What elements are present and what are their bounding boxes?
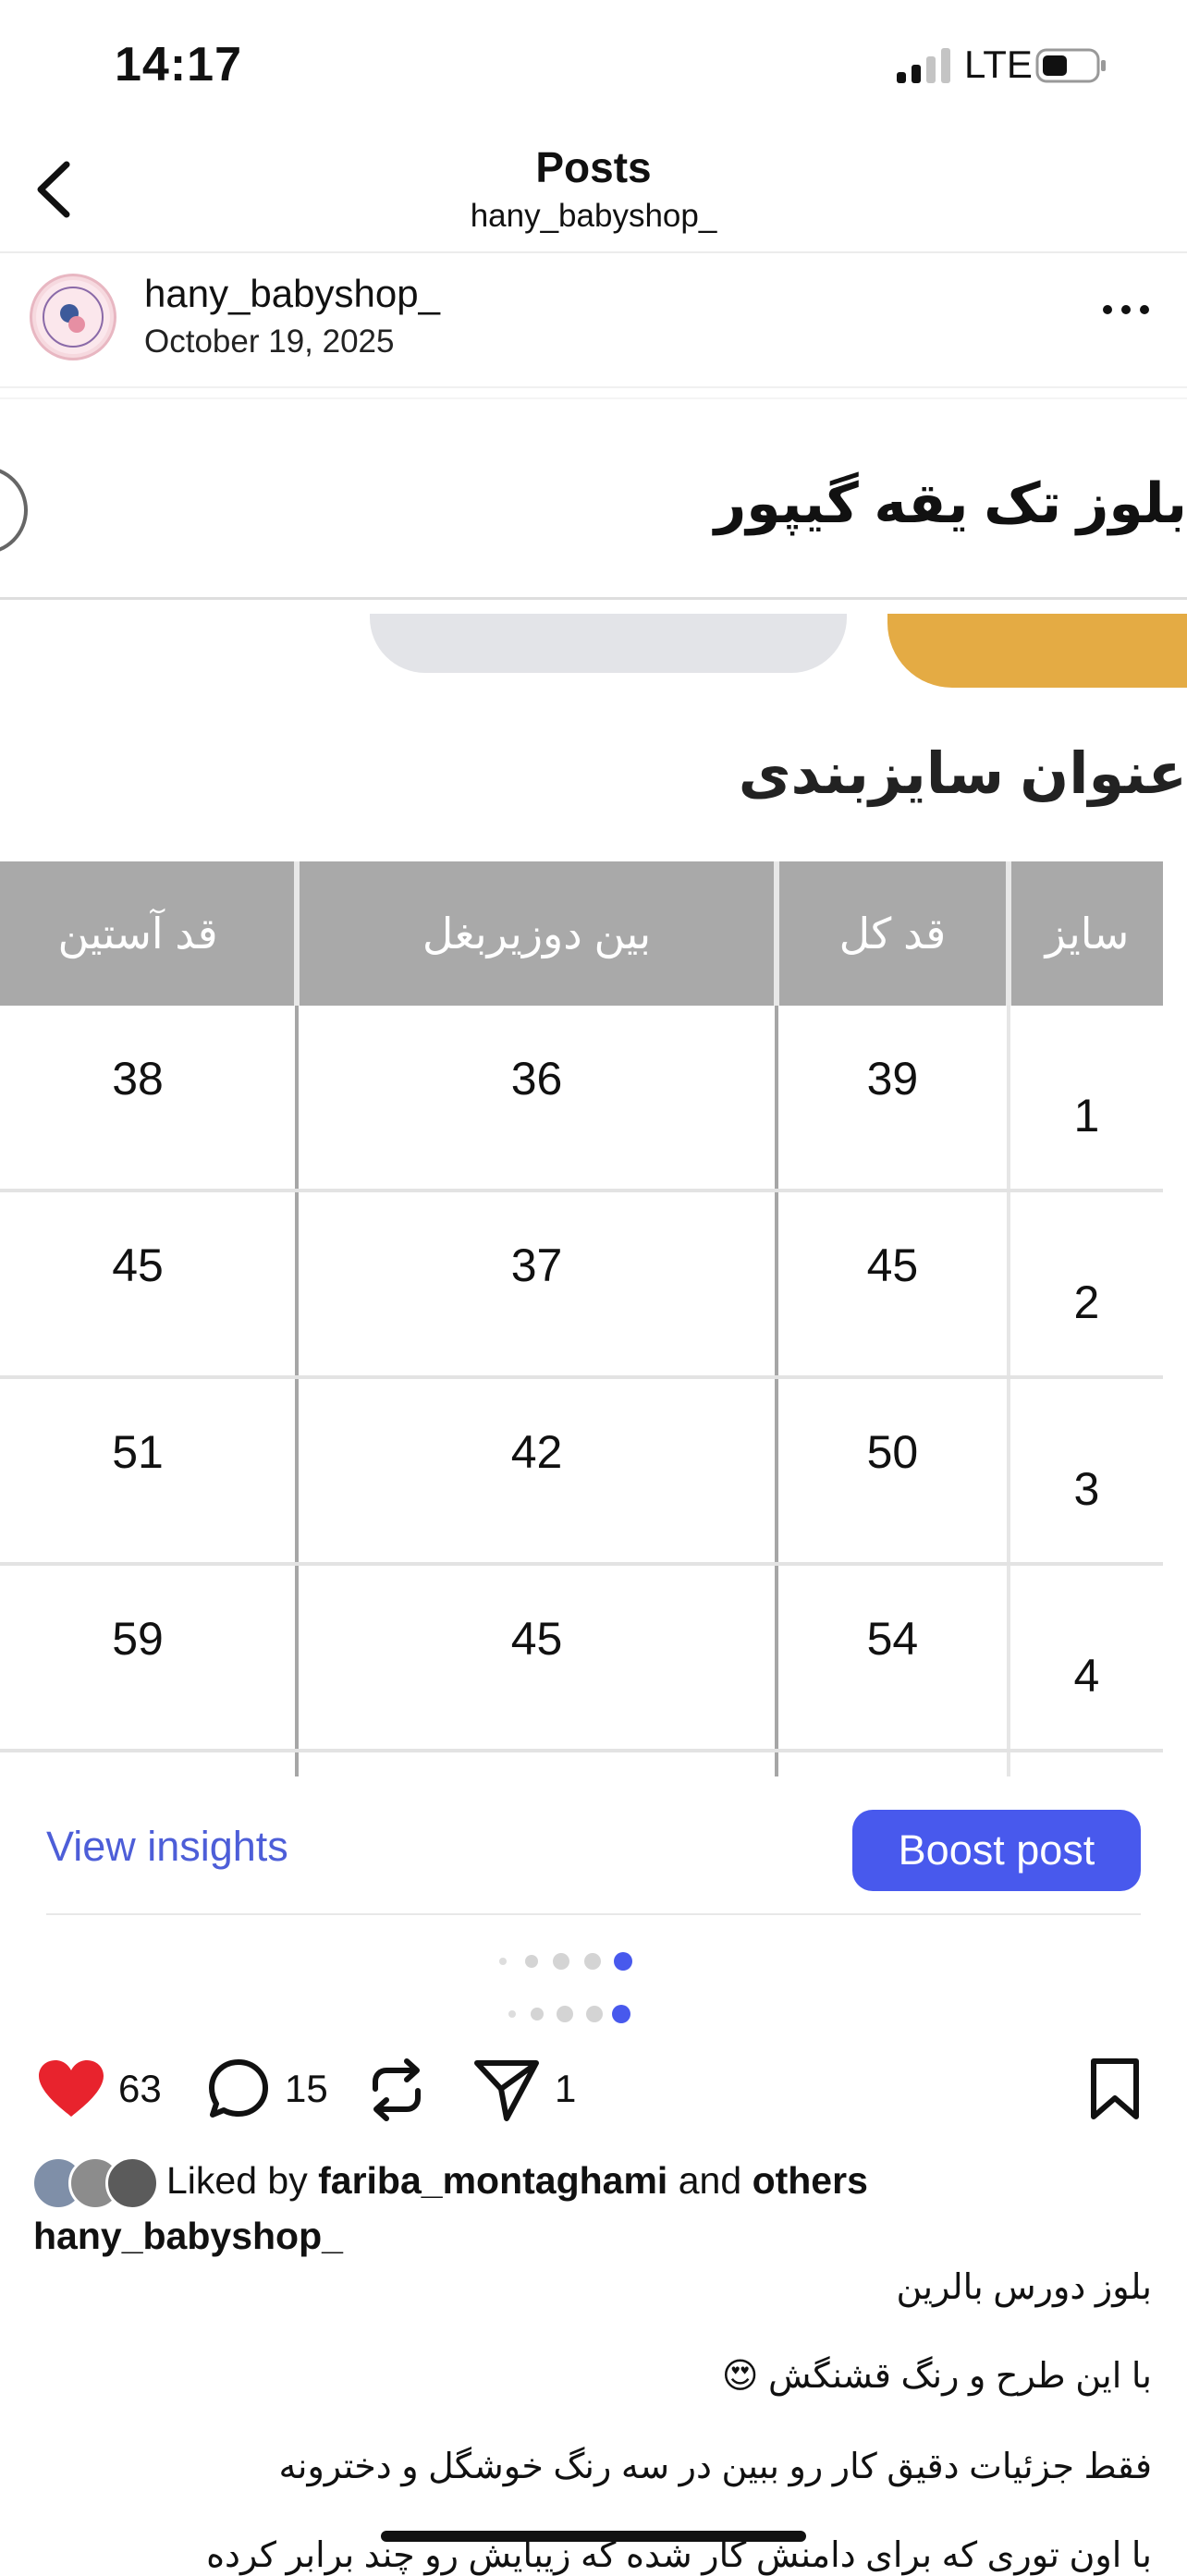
table-cell: 63: [0, 1751, 298, 1776]
like-count[interactable]: 63: [118, 2067, 162, 2111]
table-cell: 50: [774, 1377, 1009, 1566]
table-cell: 1: [1006, 1006, 1163, 1192]
liked-by-text[interactable]: Liked by fariba_montaghami and others: [166, 2159, 868, 2203]
table-header-cell: قد کل: [773, 861, 1009, 1006]
table-cell: 36: [295, 1006, 777, 1192]
table-cell: 4: [1006, 1564, 1163, 1752]
carousel-dot: [508, 2010, 516, 2018]
carousel-dot-active: [612, 2005, 630, 2023]
table-header-row: سایز قد کل بین دوزیربغل قد آستین: [0, 861, 1163, 1006]
table-row: 2 45 37 45: [0, 1190, 1163, 1379]
table-cell: 46: [295, 1751, 777, 1776]
battery-icon: [1035, 48, 1106, 83]
image-title: بلوز تک یقه گیپور: [714, 472, 1187, 534]
table-row: 4 54 45 59: [0, 1564, 1163, 1752]
table-cell: 5: [1006, 1751, 1163, 1776]
signal-icon: [897, 48, 950, 83]
boost-post-button[interactable]: Boost post: [852, 1810, 1141, 1891]
comment-icon[interactable]: [207, 2057, 270, 2120]
shop-logo-icon: [36, 280, 110, 354]
table-cell: 45: [774, 1190, 1009, 1379]
share-icon[interactable]: [473, 2057, 540, 2122]
heart-icon[interactable]: [37, 2059, 105, 2118]
liked-by-user[interactable]: fariba_montaghami: [318, 2159, 667, 2202]
view-insights-link[interactable]: View insights: [46, 1823, 288, 1871]
table-cell: 45: [295, 1564, 777, 1752]
carousel-dot-active: [614, 1952, 632, 1971]
status-time: 14:17: [115, 38, 242, 92]
image-divider: [0, 597, 1187, 600]
home-indicator: [381, 2531, 806, 2542]
repost-icon[interactable]: [366, 2057, 427, 2122]
table-header-cell: بین دوزیربغل: [294, 861, 777, 1006]
bookmark-icon[interactable]: [1089, 2057, 1141, 2120]
table-cell: 3: [1006, 1377, 1163, 1566]
avatar[interactable]: [30, 274, 116, 360]
table-cell: 37: [295, 1190, 777, 1379]
table-cell: 2: [1006, 1190, 1163, 1379]
liker-avatar: [105, 2156, 159, 2210]
caption-line: بلوز دورس بالرین: [896, 2268, 1152, 2307]
carousel-dot: [586, 2006, 603, 2022]
author-name[interactable]: hany_babyshop_: [144, 272, 440, 316]
table-cell: 39: [774, 1006, 1009, 1192]
carousel-dot: [557, 2006, 573, 2022]
table-header-cell: قد آستین: [0, 861, 298, 1006]
carousel-dot: [531, 2008, 544, 2021]
share-count[interactable]: 1: [555, 2067, 576, 2111]
table-row: 3 50 42 51: [0, 1377, 1163, 1566]
carousel-dot: [584, 1953, 601, 1970]
network-label: LTE: [964, 43, 1033, 86]
post-date: October 19, 2025: [144, 324, 395, 360]
liked-by-avatars[interactable]: [31, 2156, 161, 2210]
caption-line: با این طرح و رنگ قشنگش 😍: [721, 2357, 1152, 2396]
table-cell: 59: [0, 1564, 298, 1752]
table-cell: 38: [0, 1006, 298, 1192]
table-cell: 51: [0, 1377, 298, 1566]
liked-by-and: and: [678, 2159, 742, 2202]
liked-by-prefix: Liked by: [166, 2159, 308, 2202]
carousel-dot: [553, 1953, 569, 1970]
caption-username[interactable]: hany_babyshop_: [33, 2215, 343, 2258]
insights-divider: [46, 1913, 1141, 1915]
size-table: سایز قد کل بین دوزیربغل قد آستین 1 39 36…: [0, 861, 1163, 1776]
table-row: 1 39 36 38: [0, 1006, 1163, 1192]
page-title: Posts: [535, 143, 652, 191]
divider: [0, 386, 1187, 388]
table-row: 5 60 46 63: [0, 1751, 1163, 1776]
header-divider: [0, 251, 1187, 253]
image-heading: عنوان سایزبندی: [738, 742, 1187, 806]
liked-by-others[interactable]: others: [753, 2159, 868, 2202]
image-pill-gold: [887, 614, 1187, 688]
comment-count[interactable]: 15: [285, 2067, 328, 2111]
carousel-dot: [499, 1958, 507, 1965]
carousel-dot: [525, 1955, 538, 1968]
table-cell: 60: [774, 1751, 1009, 1776]
image-pill-gray: [370, 614, 847, 673]
page-subtitle: hany_babyshop_: [470, 198, 717, 234]
table-cell: 42: [295, 1377, 777, 1566]
post-image[interactable]: بلوز تک یقه گیپور عنوان سایزبندی سایز قد…: [0, 399, 1187, 1776]
table-cell: 54: [774, 1564, 1009, 1752]
image-circle-decoration: [0, 466, 28, 555]
more-icon[interactable]: [1100, 296, 1152, 324]
table-header-cell: سایز: [1005, 861, 1163, 1006]
table-cell: 45: [0, 1190, 298, 1379]
caption-line: فقط جزئیات دقیق کار رو ببین در سه رنگ خو…: [278, 2448, 1153, 2486]
